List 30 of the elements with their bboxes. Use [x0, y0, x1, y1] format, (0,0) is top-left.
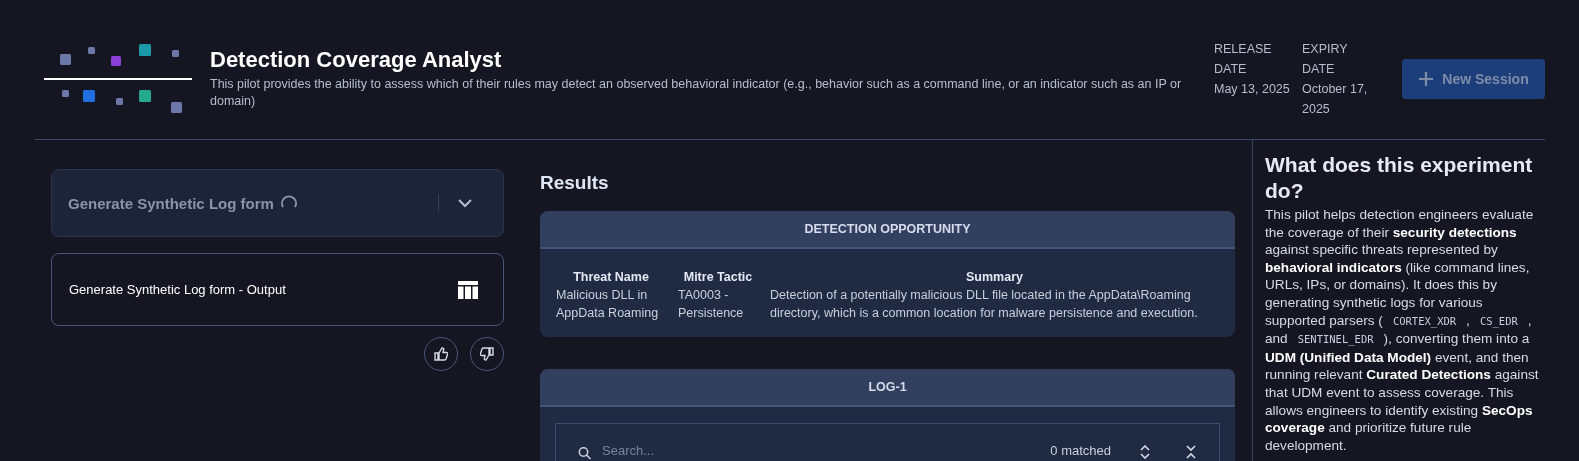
column-header: Threat Name — [572, 269, 650, 286]
collapse-button[interactable] — [1185, 443, 1199, 461]
date-label: EXPIRY DATE — [1302, 40, 1349, 78]
info-heading: What does this experiment do? — [1265, 152, 1534, 204]
thumbs-up-icon — [434, 347, 448, 361]
app-title: Detection Coverage Analyst — [210, 47, 503, 73]
table-cell-text: TA0003 - Persistence — [678, 287, 745, 322]
date-label: RELEASE DATE — [1214, 40, 1273, 78]
app-description: This pilot provides the ability to assess which of their rules may detect an observed behavioral indicator (e.g., behavior such as a command line, or an indicator such as an IP or domain) — [210, 76, 1183, 110]
output-card[interactable]: Generate Synthetic Log form - Output — [51, 253, 504, 326]
column-header: Summary — [965, 269, 1024, 286]
date-value: May 13, 2025 — [1214, 81, 1290, 96]
info-paragraph: This pilot helps detection engineers evaluate the coverage of their security detections against specific threats represented by behavioral indicators (like command lines, URLs, IPs, or domains). It does this by generating synthetic logs for various supported parsers ( CORTEX_XDR , CS_EDR , and SENTINEL_EDR ), converting them into a UDM (Unified Data Model) event, and then running relevant Curated Detections against that UDM event to assess coverage. This allows engineers to identify existing SecOps coverage and prioritize future rule development. — [1265, 206, 1539, 455]
thumbs-down-button[interactable] — [470, 337, 504, 371]
table-cell-text: Malicious DLL in AppData Roaming — [556, 287, 660, 322]
search-field[interactable]: Search... — [602, 443, 1041, 461]
date-value: October 17, 2025 — [1302, 81, 1368, 116]
thumbs-down-icon — [480, 347, 494, 361]
card-header: LOG-1 — [540, 369, 1235, 407]
plus-icon — [1418, 70, 1435, 87]
column-header: Mitre Tactic — [682, 269, 754, 286]
form-panel-title: Generate Synthetic Log form — [68, 194, 274, 212]
match-count: 0 matched — [1050, 443, 1111, 460]
card-header: DETECTION OPPORTUNITY — [540, 211, 1235, 249]
results-heading: Results — [540, 172, 610, 194]
search-icon — [578, 446, 592, 460]
navigate-button[interactable] — [1139, 443, 1153, 461]
output-title: Generate Synthetic Log form - Output — [69, 282, 286, 297]
table-icon[interactable] — [458, 280, 478, 299]
table-cell-text: Detection of a potentially malicious DLL file located in the AppData\Roaming directory, which is a common location for malware persistence and execution. — [770, 287, 1199, 322]
